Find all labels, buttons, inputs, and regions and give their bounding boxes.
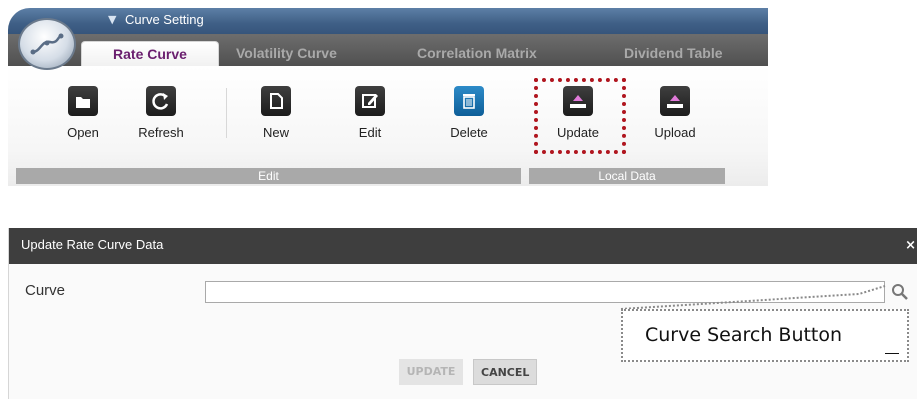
callout-box: Curve Search Button (621, 309, 909, 362)
edit-pencil-icon (355, 86, 385, 116)
tab-correlation-matrix[interactable]: Correlation Matrix (417, 41, 537, 66)
curve-label: Curve (25, 282, 66, 299)
upload-icon (660, 86, 690, 116)
title-bar: ▼ Curve Setting (8, 8, 768, 34)
group-label-edit: Edit (16, 168, 521, 184)
trash-icon (454, 86, 484, 116)
tab-dividend-table[interactable]: Dividend Table (624, 41, 723, 66)
update-highlight-box (534, 78, 626, 154)
window-title: Curve Setting (125, 12, 204, 27)
upload-button[interactable]: Upload (640, 86, 710, 140)
app-menu-button[interactable] (18, 18, 76, 70)
refresh-button[interactable]: Refresh (126, 86, 196, 140)
folder-icon (68, 86, 98, 116)
new-button[interactable]: New (241, 86, 311, 140)
refresh-icon (146, 86, 176, 116)
dialog-header: Update Rate Curve Data × (9, 228, 917, 264)
curve-input[interactable] (205, 281, 885, 303)
delete-label: Delete (450, 125, 488, 140)
update-rate-curve-dialog: Update Rate Curve Data × Curve Curve Sea… (8, 228, 917, 399)
ribbon-window: ▼ Curve Setting Rate Curve Volatility Cu… (8, 8, 768, 186)
open-label: Open (67, 125, 99, 140)
update-dialog-button[interactable]: UPDATE (399, 359, 463, 385)
tab-volatility-curve[interactable]: Volatility Curve (236, 41, 337, 66)
ribbon-toolbar: Open Refresh New Edit Delete Update Uplo… (8, 66, 768, 186)
close-icon[interactable]: × (905, 238, 916, 253)
callout-text: Curve Search Button (645, 324, 843, 346)
callout-underline (885, 353, 899, 354)
edit-button[interactable]: Edit (335, 86, 405, 140)
upload-label: Upload (654, 125, 696, 140)
refresh-label: Refresh (138, 125, 184, 140)
curve-search-button[interactable] (889, 281, 911, 303)
toolbar-separator (226, 88, 227, 138)
quick-access-dropdown-icon[interactable]: ▼ (108, 13, 116, 26)
group-label-local-data: Local Data (529, 168, 725, 184)
new-label: New (262, 125, 289, 140)
search-icon (892, 284, 908, 300)
curve-logo-icon (30, 33, 64, 55)
new-document-icon (261, 86, 291, 116)
tab-rate-curve[interactable]: Rate Curve (81, 41, 219, 66)
cancel-button[interactable]: CANCEL (473, 359, 537, 385)
delete-button[interactable]: Delete (434, 86, 504, 140)
dialog-title: Update Rate Curve Data (21, 237, 164, 252)
edit-label: Edit (358, 125, 382, 140)
open-button[interactable]: Open (48, 86, 118, 140)
